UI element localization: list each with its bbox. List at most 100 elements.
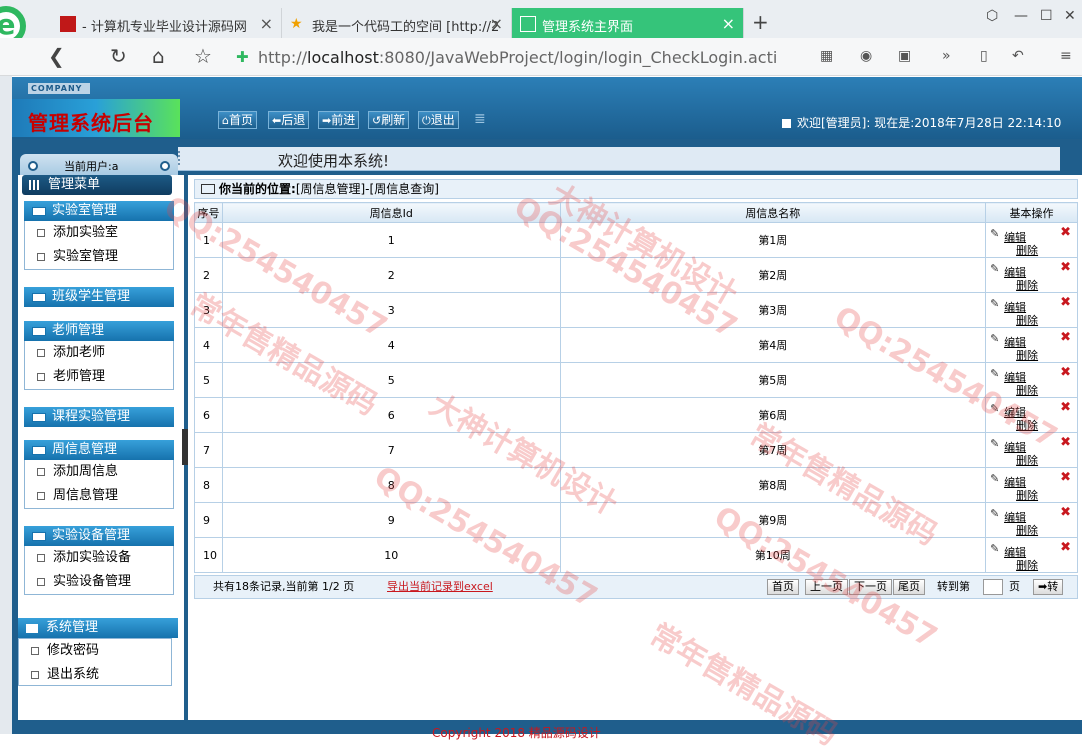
shield-extension-icon[interactable]: ◉ — [860, 48, 872, 64]
back-button[interactable]: ⬅后退 — [268, 111, 310, 129]
delete-x-icon[interactable]: ✖ — [1060, 295, 1071, 310]
undo-icon[interactable]: ↶ — [1012, 48, 1024, 64]
export-excel-link[interactable]: 导出当前记录到excel — [387, 576, 493, 598]
next-page-button[interactable]: 下一页 — [849, 579, 892, 595]
page-unit-label: 页 — [1009, 580, 1020, 593]
section-title: 周信息管理 — [52, 442, 118, 457]
welcome-bar: 欢迎使用本系统! — [178, 147, 1060, 171]
menu-icon[interactable]: ≡ — [1060, 48, 1072, 64]
breadcrumb-prefix: 你当前的位置: — [219, 182, 296, 196]
bookmark-star-icon[interactable]: ☆ — [194, 46, 212, 66]
refresh-button[interactable]: ↺刷新 — [368, 111, 410, 129]
maximize-icon[interactable]: ☐ — [1040, 8, 1053, 24]
sidebar-item-label: 周信息管理 — [53, 488, 119, 503]
section-equipment: 实验设备管理 添加实验设备 实验设备管理 — [24, 526, 174, 595]
delete-link[interactable]: 删除 — [1016, 382, 1038, 398]
delete-link[interactable]: 删除 — [1016, 522, 1038, 538]
row-actions: ✎ 编辑 删除 ✖ — [986, 538, 1077, 572]
page-favicon-icon — [520, 16, 536, 32]
sidebar-item-equipment-manage[interactable]: 实验设备管理 — [25, 570, 173, 594]
browser-tab-1[interactable]: - 计算机专业毕业设计源码网 × — [52, 8, 282, 38]
forward-button[interactable]: ➡前进 — [318, 111, 360, 129]
welcome-message: 欢迎使用本系统! — [278, 152, 390, 170]
section-header-week[interactable]: 周信息管理 — [24, 440, 174, 460]
cell-index: 2 — [194, 257, 223, 293]
sidebar: 管理菜单 实验室管理 添加实验室 实验室管理 班级学生管理 老师管理 添加老师 … — [18, 175, 184, 720]
delete-link[interactable]: 删除 — [1016, 312, 1038, 328]
cell-week-id: 2 — [221, 257, 561, 293]
sidebar-item-lab-manage[interactable]: 实验室管理 — [25, 245, 173, 269]
delete-x-icon[interactable]: ✖ — [1060, 505, 1071, 520]
section-header-class[interactable]: 班级学生管理 — [24, 287, 174, 307]
delete-x-icon[interactable]: ✖ — [1060, 540, 1071, 555]
delete-x-icon[interactable]: ✖ — [1060, 225, 1071, 240]
admin-app: COMPANY 管理系统后台 ⌂首页 ⬅后退 ➡前进 ↺刷新 ⏻退出 ≣ 欢迎[… — [12, 77, 1082, 740]
row-actions: ✎ 编辑 删除 ✖ — [986, 503, 1077, 537]
book-icon — [32, 327, 46, 336]
table-row: 4 4 第4周 ✎ 编辑 删除 ✖ — [194, 327, 1078, 363]
delete-link[interactable]: 删除 — [1016, 277, 1038, 293]
logout-button[interactable]: ⏻退出 — [418, 111, 459, 129]
cell-index: 3 — [194, 292, 223, 328]
go-button[interactable]: ➡转 — [1033, 579, 1064, 595]
tab-close-icon[interactable]: × — [490, 14, 503, 33]
browser-tab-active[interactable]: 管理系统主界面 × — [512, 8, 744, 38]
home-nav-icon[interactable]: ⌂ — [152, 46, 165, 66]
tab-close-icon[interactable]: × — [722, 14, 735, 33]
table-row: 10 10 第10周 ✎ 编辑 删除 ✖ — [194, 537, 1078, 573]
sidebar-item-change-password[interactable]: 修改密码 — [19, 639, 171, 663]
delete-link[interactable]: 删除 — [1016, 557, 1038, 573]
delete-link[interactable]: 删除 — [1016, 452, 1038, 468]
delete-link[interactable]: 删除 — [1016, 347, 1038, 363]
sidebar-item-teacher-manage[interactable]: 老师管理 — [25, 365, 173, 389]
minimize-icon[interactable]: — — [1014, 8, 1028, 24]
delete-x-icon[interactable]: ✖ — [1060, 470, 1071, 485]
section-title: 班级学生管理 — [52, 289, 131, 304]
section-header-system[interactable]: 系统管理 — [18, 618, 178, 638]
item-bullet-icon — [37, 468, 45, 476]
new-tab-button[interactable]: + — [752, 10, 769, 34]
delete-x-icon[interactable]: ✖ — [1060, 260, 1071, 275]
sidebar-item-add-lab[interactable]: 添加实验室 — [25, 221, 173, 245]
cell-week-name: 第7周 — [559, 432, 987, 468]
skin-icon[interactable]: ⬡ — [986, 8, 998, 24]
close-window-icon[interactable]: ✕ — [1064, 8, 1076, 24]
section-header-lab[interactable]: 实验室管理 — [24, 201, 174, 221]
delete-x-icon[interactable]: ✖ — [1060, 330, 1071, 345]
table-row: 8 8 第8周 ✎ 编辑 删除 ✖ — [194, 467, 1078, 503]
adblock-icon[interactable]: ▣ — [898, 48, 911, 64]
delete-link[interactable]: 删除 — [1016, 487, 1038, 503]
cell-week-id: 8 — [221, 467, 561, 503]
sidebar-item-week-manage[interactable]: 周信息管理 — [25, 484, 173, 508]
prev-page-button[interactable]: 上一页 — [805, 579, 848, 595]
browser-tab-2[interactable]: ★ 我是一个代码工的空间 [http://2 × — [282, 8, 512, 38]
reload-icon[interactable]: ↻ — [110, 46, 127, 66]
first-page-button[interactable]: 首页 — [767, 579, 799, 595]
delete-link[interactable]: 删除 — [1016, 242, 1038, 258]
section-class: 班级学生管理 — [24, 287, 174, 307]
more-extensions-button[interactable]: » — [942, 48, 951, 64]
cell-week-name: 第3周 — [559, 292, 987, 328]
cell-actions: ✎ 编辑 删除 ✖ — [985, 537, 1078, 573]
delete-x-icon[interactable]: ✖ — [1060, 400, 1071, 415]
section-header-course[interactable]: 课程实验管理 — [24, 407, 174, 427]
sidebar-item-add-week[interactable]: 添加周信息 — [25, 460, 173, 484]
section-header-teacher[interactable]: 老师管理 — [24, 321, 174, 341]
reader-icon[interactable]: ▯ — [980, 48, 988, 64]
tab-close-icon[interactable]: × — [260, 14, 273, 33]
sidebar-item-exit-system[interactable]: 退出系统 — [19, 663, 171, 687]
sidebar-item-add-equipment[interactable]: 添加实验设备 — [25, 546, 173, 570]
section-header-equipment[interactable]: 实验设备管理 — [24, 526, 174, 546]
secure-shield-icon: ✚ — [236, 48, 249, 66]
sidebar-item-add-teacher[interactable]: 添加老师 — [25, 341, 173, 365]
address-bar[interactable]: ✚ http://localhost:8080/JavaWebProject/lo… — [230, 44, 790, 70]
table-row: 6 6 第6周 ✎ 编辑 删除 ✖ — [194, 397, 1078, 433]
home-button[interactable]: ⌂首页 — [218, 111, 257, 129]
extension-icon[interactable]: ▦ — [820, 48, 833, 64]
delete-x-icon[interactable]: ✖ — [1060, 365, 1071, 380]
goto-page-input[interactable] — [983, 579, 1003, 595]
delete-link[interactable]: 删除 — [1016, 417, 1038, 433]
last-page-button[interactable]: 尾页 — [893, 579, 925, 595]
back-nav-icon[interactable]: ❮ — [48, 46, 65, 66]
delete-x-icon[interactable]: ✖ — [1060, 435, 1071, 450]
